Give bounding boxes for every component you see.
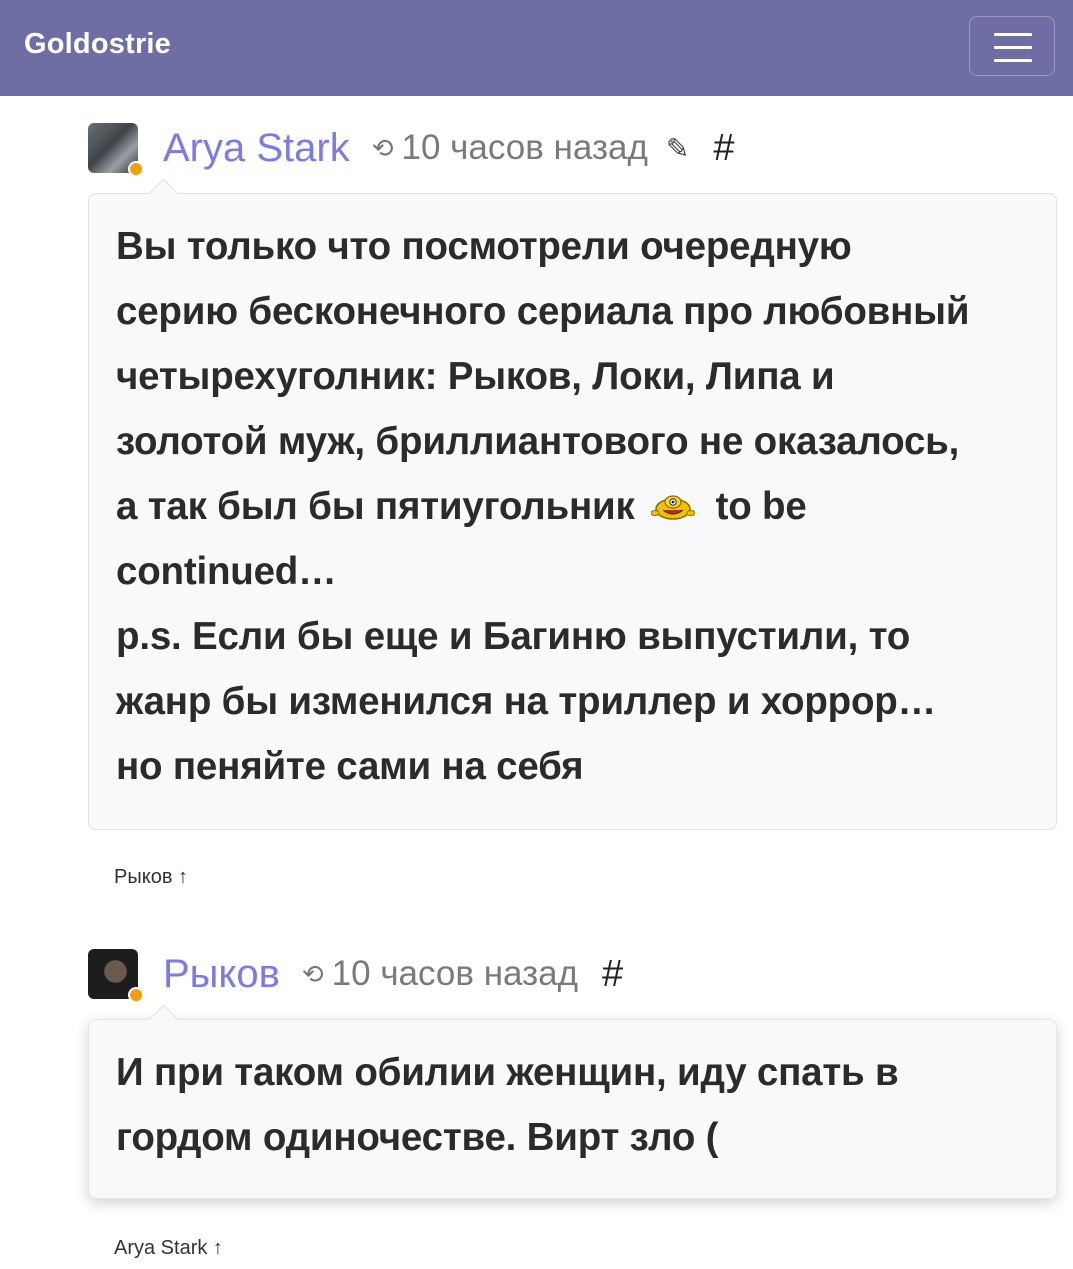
post-text-line: гордом одиночестве. Вирт зло ( <box>116 1116 719 1159</box>
reply-to-link[interactable]: Рыков ↑ <box>114 866 188 889</box>
post-text-line: p.s. Если бы еще и Багиню выпустили, то <box>116 615 911 658</box>
post-text-line: но пеняйте сами на себя <box>116 745 584 788</box>
permalink-anchor[interactable]: # <box>713 127 734 170</box>
post-time: 10 часов назад <box>401 128 648 167</box>
hamburger-menu-icon-bar <box>994 59 1032 62</box>
history-icon: ⟲ <box>301 958 324 989</box>
pencil-icon[interactable]: ✎ <box>666 132 689 165</box>
post-body: И при таком обилии женщин, иду спать в г… <box>88 1019 1057 1199</box>
hamburger-menu-icon <box>994 33 1032 36</box>
author-link[interactable]: Arya Stark <box>163 126 350 171</box>
post-header: Рыков ⟲ 10 часов назад # <box>88 946 623 1003</box>
online-status-dot <box>128 987 144 1003</box>
author-link[interactable]: Рыков <box>163 952 280 997</box>
post-text-segment: а так был бы пятиугольник <box>116 485 635 528</box>
laughing-smiley-icon <box>650 476 696 520</box>
reply-to-link[interactable]: Arya Stark ↑ <box>114 1237 223 1260</box>
avatar[interactable] <box>88 949 144 1003</box>
post-text-line: Вы только что посмотрели очередную <box>116 225 852 268</box>
post-text-line: а так был бы пятиугольник to be <box>116 474 1029 539</box>
post-time: 10 часов назад <box>331 954 579 993</box>
post-text-line: золотой муж, бриллиантового не оказалось… <box>116 420 960 463</box>
post-text-line: серию бесконечного сериала про любовный <box>116 290 970 333</box>
post-text-line: И при таком обилии женщин, иду спать в <box>116 1051 899 1094</box>
navbar: Goldostrie <box>0 0 1073 96</box>
history-icon: ⟲ <box>371 132 394 163</box>
menu-toggle-button[interactable] <box>969 16 1055 76</box>
hamburger-menu-icon-bar <box>994 46 1032 49</box>
post-body: Вы только что посмотрели очередную серию… <box>88 193 1057 830</box>
permalink-anchor[interactable]: # <box>602 953 623 996</box>
post-text-segment: to be <box>715 485 807 528</box>
post-text-line: жанр бы изменился на триллер и хоррор… <box>116 680 936 723</box>
post-header: Arya Stark ⟲ 10 часов назад ✎ # <box>88 120 735 177</box>
post-text-line: четырехуголник: Рыков, Локи, Липа и <box>116 355 835 398</box>
avatar[interactable] <box>88 123 144 177</box>
post-text-line: continued… <box>116 550 337 593</box>
brand-link[interactable]: Goldostrie <box>24 28 171 61</box>
online-status-dot <box>128 161 144 177</box>
